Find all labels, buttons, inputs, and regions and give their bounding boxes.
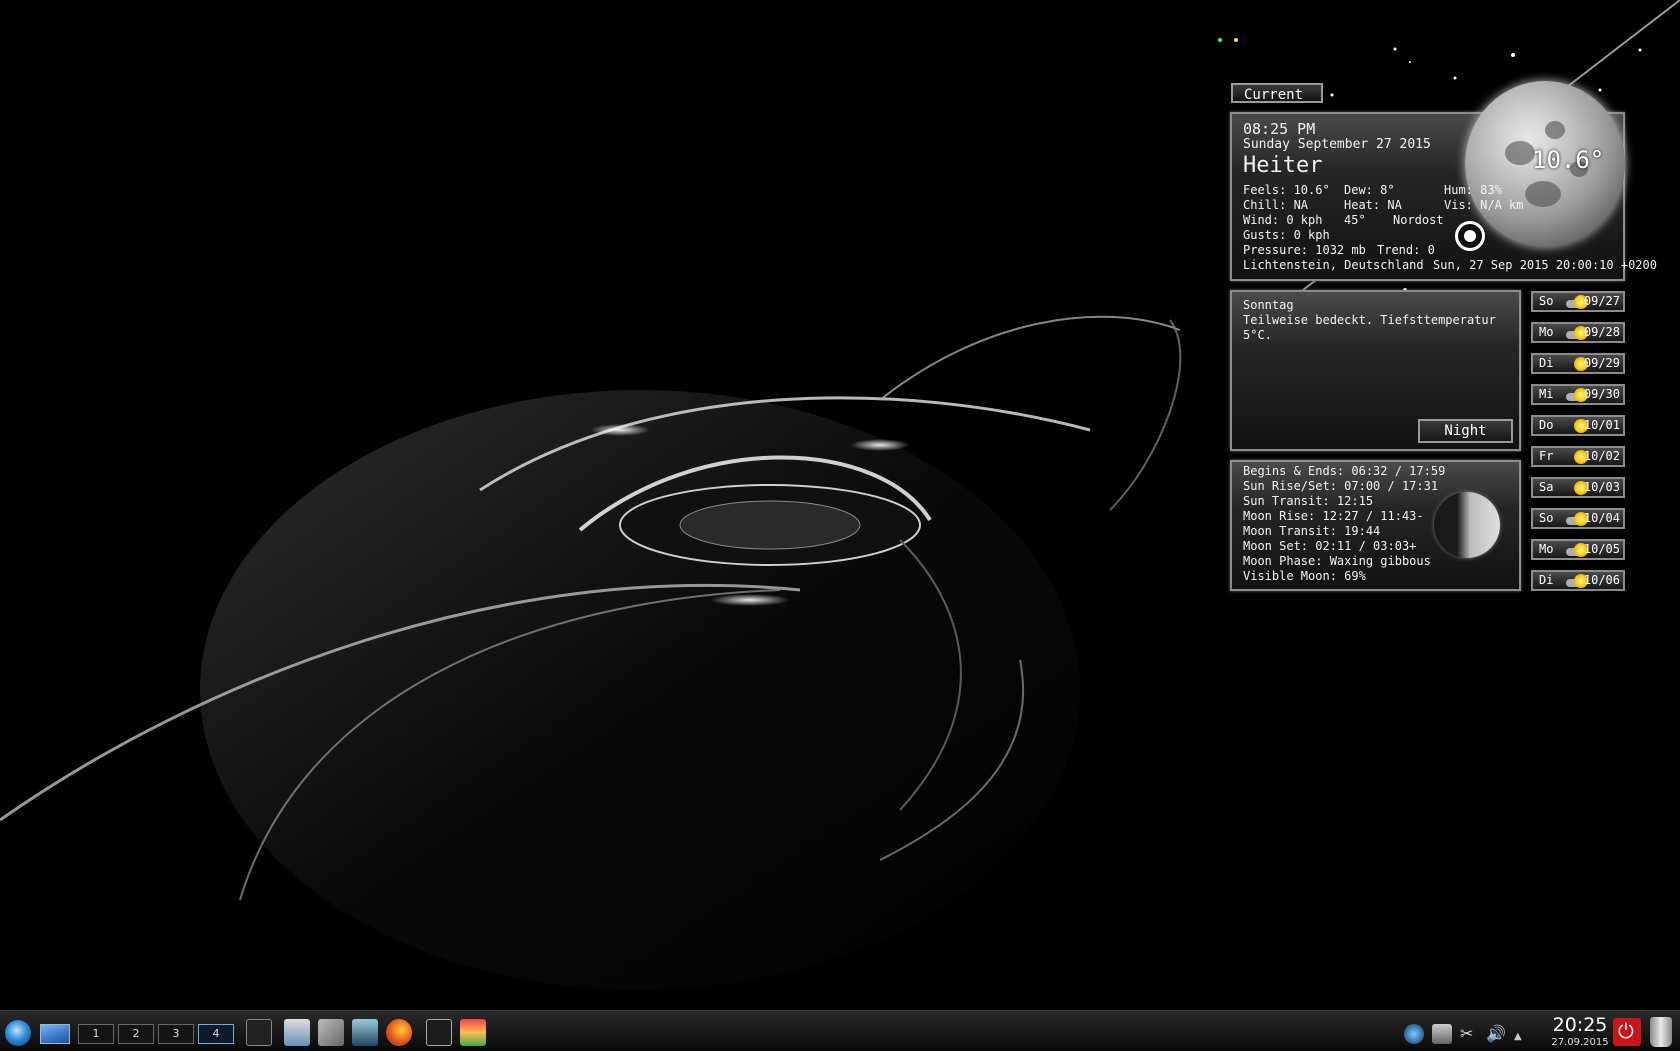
day-name: Mo bbox=[1539, 542, 1554, 556]
current-time: 08:25 PM bbox=[1243, 120, 1316, 138]
moon-set: Moon Set: 02:11 / 03:03+ bbox=[1243, 539, 1417, 553]
day-date: 09/29 bbox=[1583, 356, 1620, 370]
forecast-day-4[interactable]: Do 10/01 bbox=[1531, 415, 1625, 436]
tab-current[interactable]: Current bbox=[1231, 83, 1323, 103]
forecast-day-7[interactable]: So 10/04 bbox=[1531, 508, 1625, 529]
application-launcher-icon[interactable] bbox=[5, 1020, 31, 1046]
forecast-day-6[interactable]: Sa 10/03 bbox=[1531, 477, 1625, 498]
wind-compass-icon bbox=[1455, 221, 1485, 251]
image-viewer-icon[interactable] bbox=[460, 1019, 486, 1046]
firefox-icon[interactable] bbox=[386, 1019, 412, 1046]
current-date: Sunday September 27 2015 bbox=[1243, 137, 1431, 152]
day-name: Di bbox=[1539, 356, 1554, 370]
sun-rise-set: Sun Rise/Set: 07:00 / 17:31 bbox=[1243, 479, 1439, 493]
day-name: Do bbox=[1539, 418, 1554, 432]
moon-phase: Moon Phase: Waxing gibbous bbox=[1243, 554, 1431, 568]
day-name: Di bbox=[1539, 573, 1554, 587]
forecast-day-5[interactable]: Fr 10/02 bbox=[1531, 446, 1625, 467]
forecast-day-0[interactable]: So 09/27 bbox=[1531, 291, 1625, 312]
day-date: 10/01 bbox=[1583, 418, 1620, 432]
file-manager-icon[interactable] bbox=[284, 1019, 310, 1046]
terminal-icon[interactable] bbox=[246, 1019, 272, 1046]
forecast-day: Sonntag bbox=[1243, 298, 1294, 312]
forecast-day-2[interactable]: Di 09/29 bbox=[1531, 353, 1625, 374]
volume-tray-icon[interactable]: 🔊 bbox=[1486, 1024, 1506, 1044]
console-icon[interactable] bbox=[426, 1019, 452, 1046]
day-name: So bbox=[1539, 294, 1554, 308]
clipboard-tray-icon[interactable]: ✂ bbox=[1460, 1024, 1480, 1044]
tray-expand-icon[interactable]: ▲ bbox=[1514, 1024, 1526, 1044]
forecast-day-1[interactable]: Mo 09/28 bbox=[1531, 322, 1625, 343]
settings-tools-icon[interactable] bbox=[318, 1019, 344, 1046]
forecast-day-9[interactable]: Di 10/06 bbox=[1531, 570, 1625, 591]
day-date: 10/03 bbox=[1583, 480, 1620, 494]
begins-ends: Begins & Ends: 06:32 / 17:59 bbox=[1243, 464, 1446, 478]
heat-value: Heat: NA bbox=[1344, 198, 1402, 212]
night-button[interactable]: Night bbox=[1418, 419, 1513, 443]
forecast-text-line1: Teilweise bedeckt. Tiefsttemperatur bbox=[1243, 313, 1496, 327]
day-date: 10/06 bbox=[1583, 573, 1620, 587]
current-temperature: 10.6° bbox=[1532, 146, 1605, 174]
visibility-value: Vis: N/A km bbox=[1444, 198, 1524, 212]
day-name: So bbox=[1539, 511, 1554, 525]
day-date: 09/28 bbox=[1583, 325, 1620, 339]
wind-degree: 45° bbox=[1344, 213, 1366, 227]
sun-transit: Sun Transit: 12:15 bbox=[1243, 494, 1374, 508]
network-tray-icon[interactable] bbox=[1404, 1024, 1424, 1044]
forecast-text-line2: 5°C. bbox=[1243, 328, 1272, 342]
virtual-desktop-3[interactable]: 3 bbox=[158, 1024, 194, 1044]
clock-date[interactable]: 27.09.2015 bbox=[1540, 1037, 1620, 1048]
gusts-value: Gusts: 0 kph bbox=[1243, 228, 1330, 242]
wind-direction: Nordost bbox=[1393, 213, 1444, 227]
updates-tray-icon[interactable] bbox=[1432, 1024, 1452, 1044]
moon-phase-icon bbox=[1434, 492, 1500, 558]
pressure-trend: Trend: 0 bbox=[1377, 243, 1435, 257]
day-date: 09/27 bbox=[1583, 294, 1620, 308]
forecast-day-3[interactable]: Mi 09/30 bbox=[1531, 384, 1625, 405]
power-icon[interactable] bbox=[1613, 1018, 1641, 1046]
show-desktop-icon[interactable] bbox=[40, 1024, 70, 1044]
day-date: 10/02 bbox=[1583, 449, 1620, 463]
day-date: 10/04 bbox=[1583, 511, 1620, 525]
wind-value: Wind: 0 kph bbox=[1243, 213, 1323, 227]
clock-time[interactable]: 20:25 bbox=[1540, 1014, 1620, 1036]
feels-value: Feels: 10.6° bbox=[1243, 183, 1330, 197]
humidity-value: Hum: 83% bbox=[1444, 183, 1502, 197]
last-updated: Sun, 27 Sep 2015 20:00:10 +0200 bbox=[1433, 258, 1657, 272]
day-date: 10/05 bbox=[1583, 542, 1620, 556]
virtual-desktop-1[interactable]: 1 bbox=[78, 1024, 114, 1044]
day-name: Mi bbox=[1539, 387, 1554, 401]
day-name: Sa bbox=[1539, 480, 1554, 494]
location: Lichtenstein, Deutschland bbox=[1243, 258, 1424, 272]
day-name: Fr bbox=[1539, 449, 1554, 463]
current-condition: Heiter bbox=[1243, 153, 1323, 178]
virtual-desktop-4[interactable]: 4 bbox=[198, 1024, 234, 1044]
visible-moon: Visible Moon: 69% bbox=[1243, 569, 1366, 583]
trash-icon[interactable] bbox=[1650, 1017, 1672, 1047]
dew-value: Dew: 8° bbox=[1344, 183, 1395, 197]
virtual-desktop-2[interactable]: 2 bbox=[118, 1024, 154, 1044]
forecast-day-8[interactable]: Mo 10/05 bbox=[1531, 539, 1625, 560]
moon-rise: Moon Rise: 12:27 / 11:43- bbox=[1243, 509, 1424, 523]
chill-value: Chill: NA bbox=[1243, 198, 1309, 212]
moon-transit: Moon Transit: 19:44 bbox=[1243, 524, 1381, 538]
pressure-value: Pressure: 1032 mb bbox=[1243, 243, 1366, 257]
day-date: 09/30 bbox=[1583, 387, 1620, 401]
network-icon[interactable] bbox=[352, 1019, 378, 1046]
day-name: Mo bbox=[1539, 325, 1554, 339]
